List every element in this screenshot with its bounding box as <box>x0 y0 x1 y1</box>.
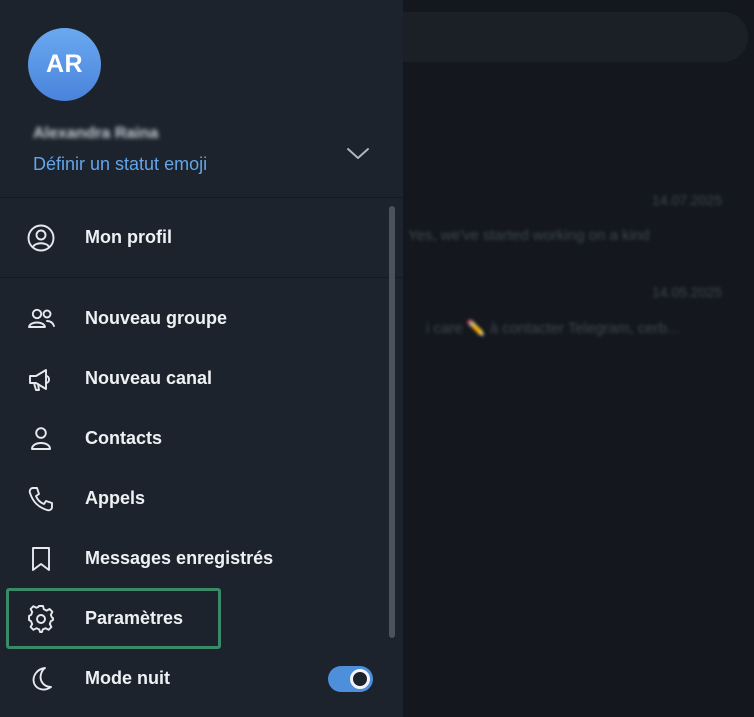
set-emoji-status-link[interactable]: Définir un statut emoji <box>33 154 207 175</box>
divider <box>0 277 403 278</box>
menu-item-label: Mode nuit <box>85 668 170 688</box>
bookmark-icon <box>26 544 56 574</box>
menu-item-label: Appels <box>85 488 146 508</box>
background-message-snippet: i care ✏️ à contacter Telegram, cerb... <box>426 320 680 337</box>
toggle-knob <box>350 669 370 689</box>
avatar-initials: AR <box>45 50 84 78</box>
menu-item-new-group[interactable]: Nouveau groupe <box>0 288 392 348</box>
menu-item-label: Messages enregistrés <box>85 548 274 568</box>
menu-item-new-channel[interactable]: Nouveau canal <box>0 348 392 408</box>
user-name: Alexandra Raina <box>33 125 159 142</box>
background-date: 14.07.2025 <box>652 192 723 208</box>
menu-item-label: Mon profil <box>85 227 172 247</box>
drawer-scrollbar[interactable] <box>389 206 396 717</box>
chevron-down-icon[interactable] <box>344 143 372 163</box>
background-search-bar <box>380 12 748 62</box>
menu-item-label: Nouveau groupe <box>85 308 228 328</box>
menu-item-contacts[interactable]: Contacts <box>0 408 392 468</box>
settings-highlight-box <box>6 588 221 649</box>
menu-item-label: Contacts <box>85 428 163 448</box>
menu-item-calls[interactable]: Appels <box>0 468 392 528</box>
avatar[interactable]: AR <box>28 28 101 101</box>
moon-icon <box>26 664 56 694</box>
group-icon <box>26 304 56 334</box>
side-drawer: AR Alexandra Raina Définir un statut emo… <box>0 0 403 717</box>
megaphone-icon <box>26 364 56 394</box>
menu-item-label: Nouveau canal <box>85 368 213 388</box>
scrollbar-thumb[interactable] <box>389 206 395 638</box>
menu-item-saved-messages[interactable]: Messages enregistrés <box>0 528 392 588</box>
background-date: 14.05.2025 <box>652 284 723 300</box>
background-message-snippet: Yes, we've started working on a kind <box>408 227 650 244</box>
night-mode-toggle[interactable] <box>328 666 373 692</box>
profile-circle-icon <box>26 223 56 253</box>
menu-item-my-profile[interactable]: Mon profil <box>0 207 392 267</box>
phone-icon <box>26 484 56 514</box>
divider <box>0 197 403 198</box>
person-icon <box>26 424 56 454</box>
